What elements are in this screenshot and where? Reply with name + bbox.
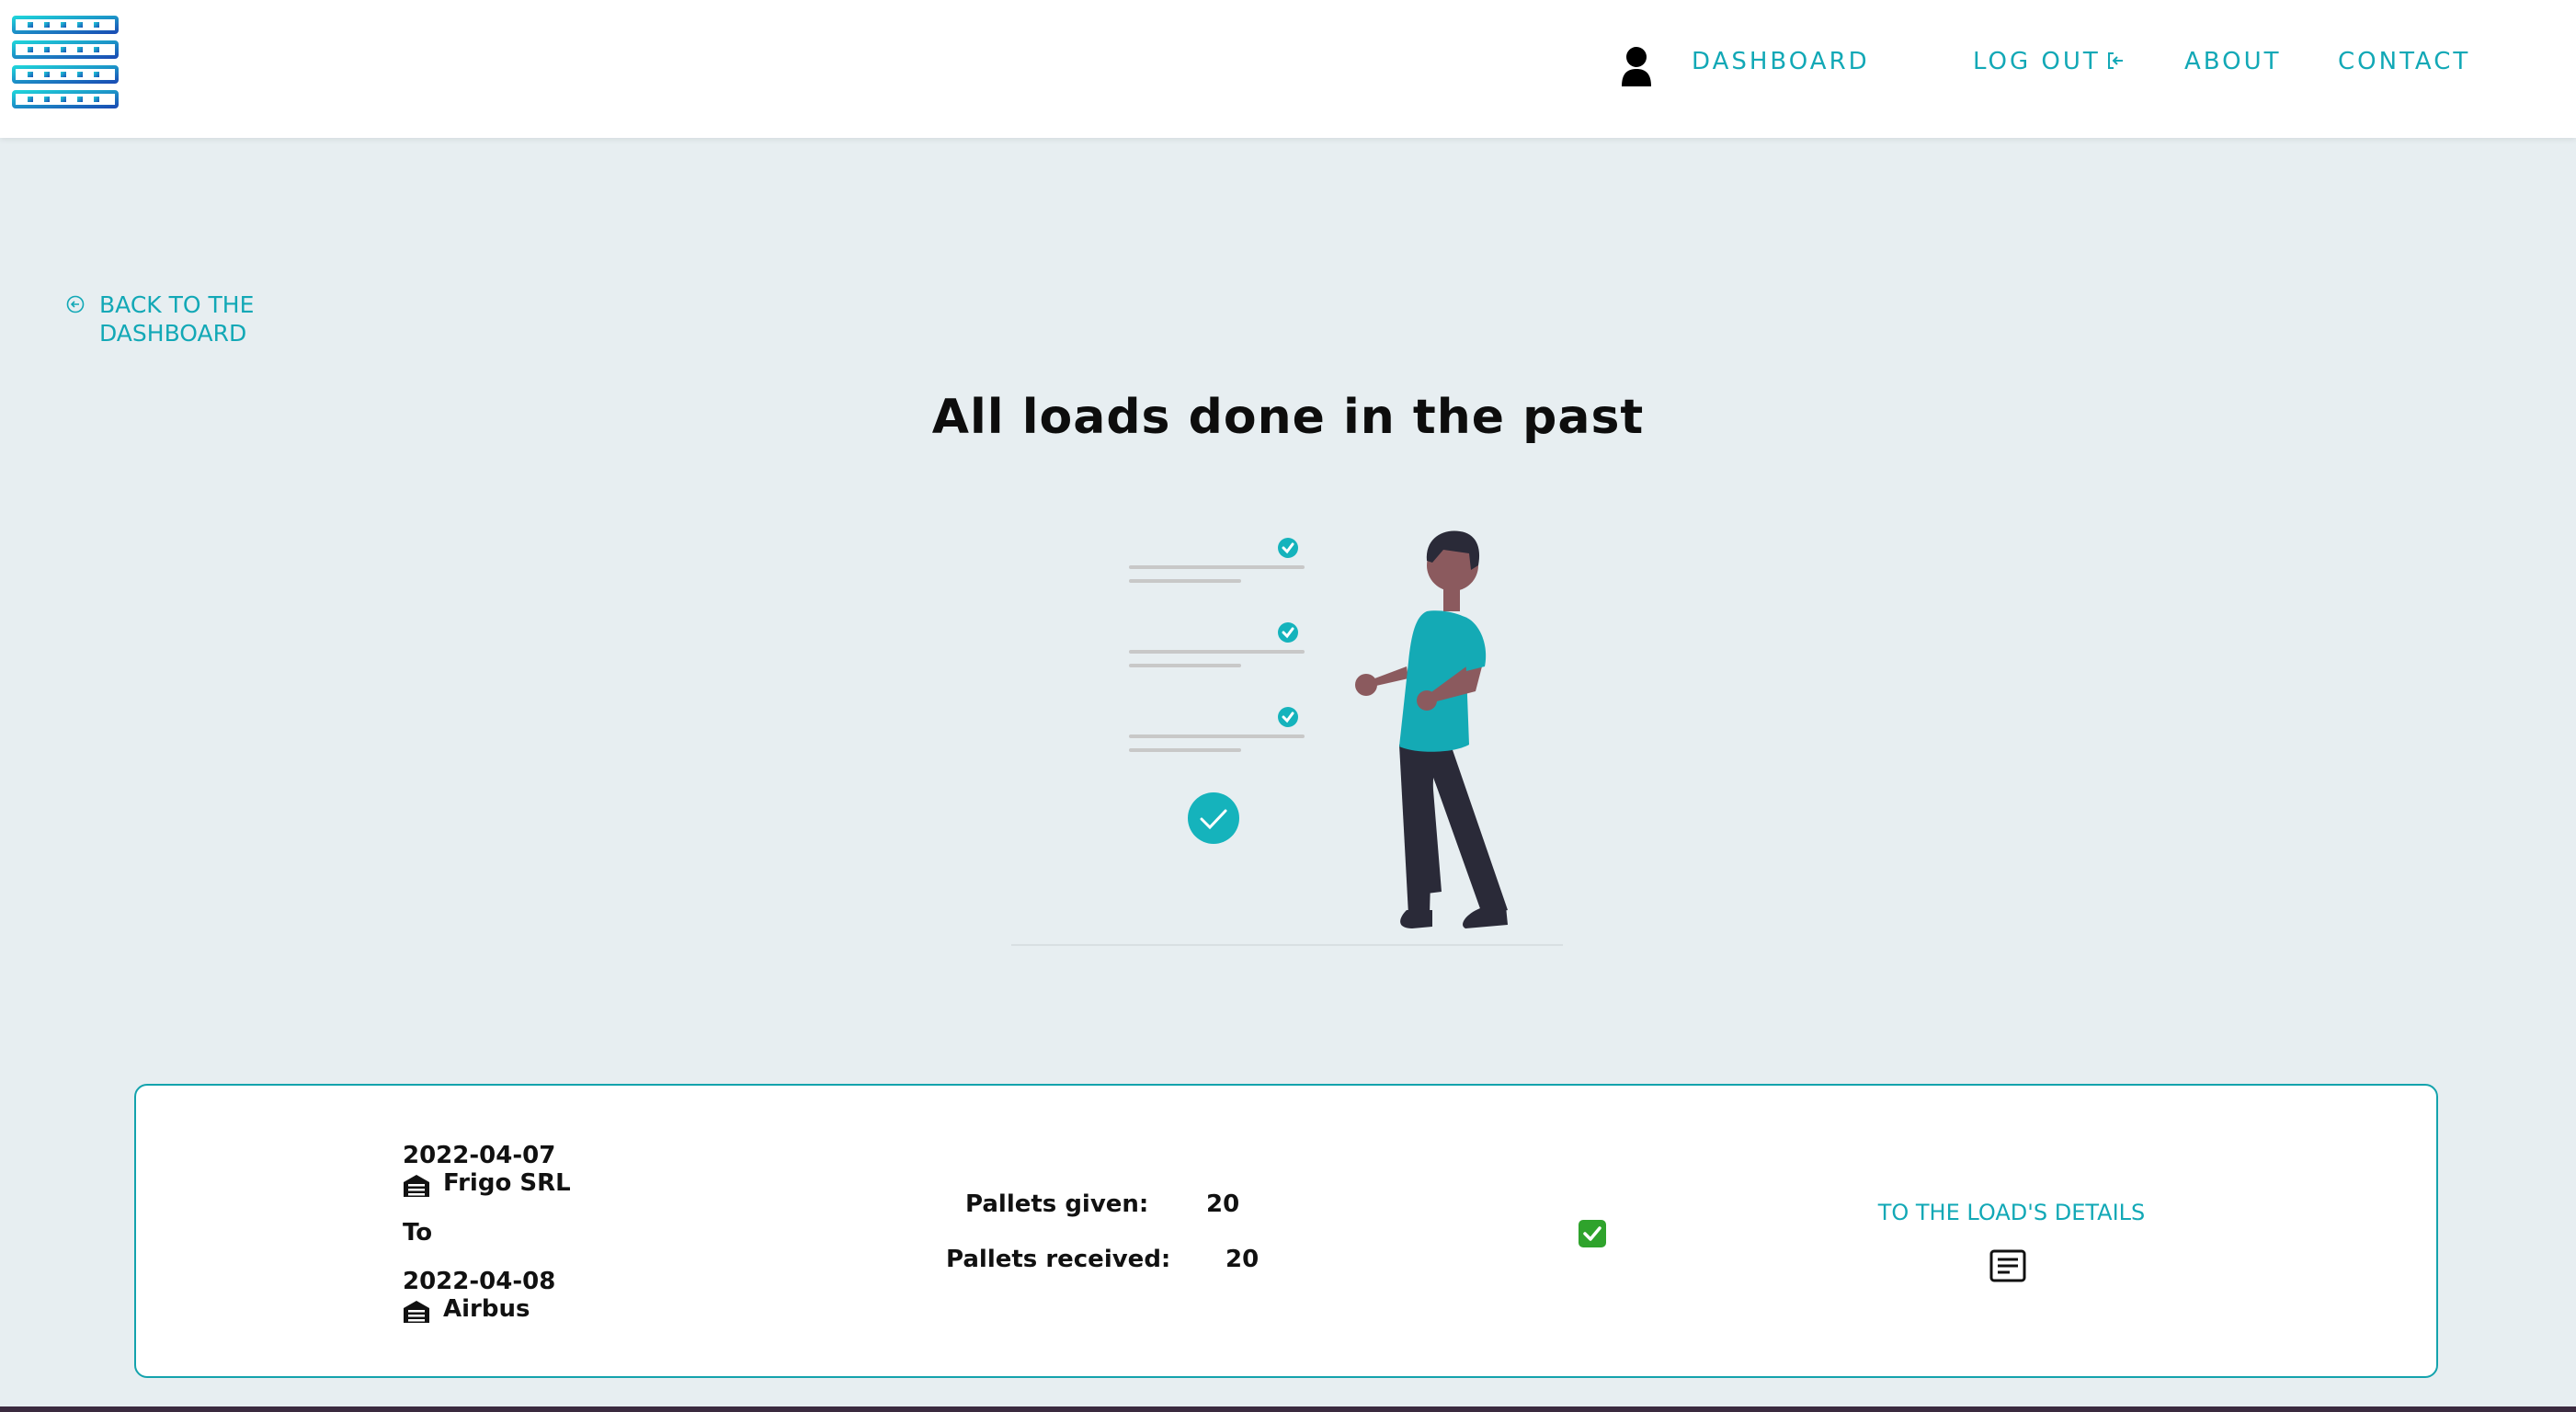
from-company: Frigo SRL	[443, 1169, 571, 1197]
pallets-given-value: 20	[1206, 1190, 1240, 1218]
green-checkmark-icon	[1579, 1220, 1606, 1247]
warehouse-icon	[404, 1175, 429, 1197]
server-rack-logo-icon[interactable]	[11, 15, 120, 112]
page-title: All loads done in the past	[931, 390, 1645, 445]
to-connector: To	[403, 1219, 433, 1247]
back-link-label: BACK TO THE DASHBOARD	[99, 291, 255, 347]
logout-icon	[2107, 52, 2123, 69]
pallets-given-label: Pallets given:	[965, 1190, 1149, 1218]
from-date: 2022-04-07	[403, 1142, 556, 1169]
nav-dashboard-link[interactable]: DASHBOARD	[1692, 48, 1870, 75]
pallets-received-value: 20	[1225, 1246, 1260, 1273]
nav-about-link[interactable]: ABOUT	[2184, 48, 2282, 75]
nav-contact-link[interactable]: CONTACT	[2338, 48, 2470, 75]
person-checklist-illustration	[1011, 530, 1563, 946]
site-header: DASHBOARD LOG OUT ABOUT CONTACT	[0, 0, 2576, 138]
bottom-edge-bar	[0, 1406, 2576, 1412]
user-icon	[1622, 47, 1651, 86]
document-icon[interactable]	[1989, 1249, 2026, 1282]
warehouse-icon	[404, 1301, 429, 1323]
to-company: Airbus	[443, 1295, 530, 1323]
nav-logout-link[interactable]: LOG OUT	[1973, 48, 2125, 75]
back-arrow-circle-icon	[66, 295, 85, 313]
load-card: 2022-04-07 Frigo SRL To 2022-04-08 Airbu…	[134, 1084, 2438, 1378]
pallets-received-label: Pallets received:	[946, 1246, 1171, 1273]
to-date: 2022-04-08	[403, 1268, 556, 1295]
nav-logout-label: LOG OUT	[1973, 48, 2101, 75]
load-details-link[interactable]: TO THE LOAD'S DETAILS	[1874, 1200, 2149, 1225]
